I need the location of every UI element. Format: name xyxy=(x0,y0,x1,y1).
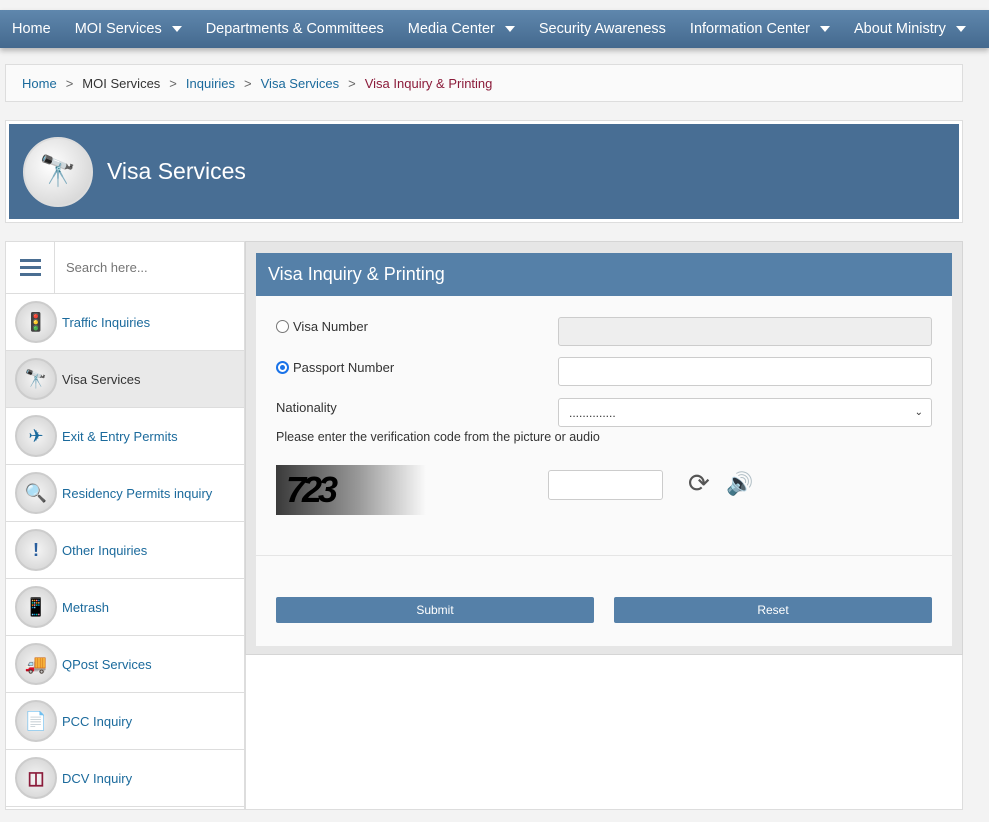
sidebar-item-label: Traffic Inquiries xyxy=(62,314,151,330)
sidebar-item-metrash[interactable]: 📱 Metrash xyxy=(6,579,244,636)
magnifier-icon: 🔍 xyxy=(15,472,57,514)
sidebar-item-traffic-inquiries[interactable]: 🚦 Traffic Inquiries xyxy=(6,294,244,351)
breadcrumb-moi-services[interactable]: MOI Services xyxy=(82,76,160,91)
sidebar-item-label: PCC Inquiry xyxy=(62,713,133,729)
reset-button[interactable]: Reset xyxy=(614,597,932,623)
document-icon: ◫ xyxy=(15,757,57,799)
nav-label: Home xyxy=(12,21,51,37)
passport-number-option[interactable]: Passport Number xyxy=(276,360,394,375)
breadcrumb-separator: > xyxy=(169,75,177,91)
main-content: Visa Inquiry & Printing Visa Number Pass… xyxy=(245,241,963,655)
nationality-value: .............. xyxy=(569,405,616,420)
breadcrumb: Home > MOI Services > Inquiries > Visa Serv… xyxy=(5,64,963,102)
nav-information-center[interactable]: Information Center xyxy=(678,21,842,37)
chevron-down-icon: ⌄ xyxy=(914,407,923,418)
passport-number-label: Passport Number xyxy=(293,360,395,375)
breadcrumb-visa-services[interactable]: Visa Services xyxy=(261,76,340,91)
sidebar-item-other[interactable]: ! Other Inquiries xyxy=(6,522,244,579)
nav-label: Security Awareness xyxy=(538,21,666,37)
top-nav: Home MOI Services Departments & Committe… xyxy=(0,10,989,48)
breadcrumb-current: Visa Inquiry & Printing xyxy=(364,75,493,91)
binoculars-icon: 🔭 xyxy=(15,358,57,400)
nav-about-ministry[interactable]: About Ministry xyxy=(842,21,978,37)
caret-down-icon xyxy=(504,26,515,32)
sidebar-item-visa-services[interactable]: 🔭 Visa Services xyxy=(6,351,244,408)
page-title: Visa Services xyxy=(107,158,246,184)
sidebar-item-label: DCV Inquiry xyxy=(62,770,133,786)
divider xyxy=(256,555,952,556)
nav-media-center[interactable]: Media Center xyxy=(396,21,527,37)
breadcrumb-separator: > xyxy=(244,75,252,91)
menu-icon[interactable] xyxy=(6,242,55,293)
visa-number-label: Visa Number xyxy=(293,319,368,334)
sidebar-item-label: Exit & Entry Permits xyxy=(62,428,178,444)
verification-instructions: Please enter the verification code from … xyxy=(276,430,600,444)
caret-down-icon xyxy=(820,26,831,32)
search-input[interactable] xyxy=(55,242,244,293)
traffic-light-icon: 🚦 xyxy=(15,301,57,343)
nav-label: MOI Services xyxy=(74,21,162,37)
caret-down-icon xyxy=(171,26,182,32)
nav-label: About Ministry xyxy=(854,21,946,37)
refresh-icon[interactable]: ⟳ xyxy=(688,468,710,499)
sidebar-item-label: Residency Permits inquiry xyxy=(62,485,213,501)
caret-down-icon xyxy=(955,26,966,32)
nav-label: Departments & Committees xyxy=(205,21,384,37)
binoculars-icon: 🔭 xyxy=(23,136,93,207)
breadcrumb-separator: > xyxy=(65,75,74,91)
sidebar: 🚦 Traffic Inquiries 🔭 Visa Services ✈ Exit … xyxy=(5,241,245,810)
exclamation-icon: ! xyxy=(15,529,57,571)
visa-number-option[interactable]: Visa Number xyxy=(276,319,368,334)
page-banner: 🔭 Visa Services xyxy=(5,120,963,223)
sidebar-item-pcc[interactable]: 📄 PCC Inquiry xyxy=(6,693,244,750)
nav-home[interactable]: Home xyxy=(0,21,63,37)
sidebar-item-label: QPost Services xyxy=(62,656,152,672)
submit-button[interactable]: Submit xyxy=(276,597,594,623)
sidebar-item-qpost[interactable]: 🚚 QPost Services xyxy=(6,636,244,693)
truck-icon: 🚚 xyxy=(15,643,57,685)
form-title: Visa Inquiry & Printing xyxy=(256,253,952,296)
captcha-input[interactable] xyxy=(548,470,663,500)
certificate-icon: 📄 xyxy=(15,700,57,742)
nav-label: Information Center xyxy=(689,21,811,37)
passport-number-input[interactable] xyxy=(558,357,932,386)
sidebar-item-dcv[interactable]: ◫ DCV Inquiry xyxy=(6,750,244,807)
sidebar-item-label: Visa Services xyxy=(62,371,141,387)
nav-security-awareness[interactable]: Security Awareness xyxy=(527,21,678,37)
captcha-image: 723 xyxy=(276,465,426,515)
content-footer-area xyxy=(245,655,963,810)
breadcrumb-separator: > xyxy=(348,75,356,91)
breadcrumb-inquiries[interactable]: Inquiries xyxy=(186,76,235,91)
nav-departments[interactable]: Departments & Committees xyxy=(194,21,396,37)
visa-number-radio[interactable] xyxy=(276,320,289,333)
sidebar-item-label: Metrash xyxy=(62,599,109,615)
sidebar-item-exit-entry[interactable]: ✈ Exit & Entry Permits xyxy=(6,408,244,465)
sidebar-item-label: Other Inquiries xyxy=(62,542,148,558)
breadcrumb-home[interactable]: Home xyxy=(22,76,57,91)
nationality-label: Nationality xyxy=(276,400,337,415)
airplane-icon: ✈ xyxy=(15,415,57,457)
visa-inquiry-form: Visa Inquiry & Printing Visa Number Pass… xyxy=(256,253,952,646)
phone-icon: 📱 xyxy=(15,586,57,628)
passport-number-radio[interactable] xyxy=(276,361,289,374)
nationality-select[interactable]: .............. ⌄ xyxy=(558,398,932,427)
speaker-icon[interactable]: 🔊 xyxy=(726,471,753,497)
nav-label: Media Center xyxy=(407,21,495,37)
sidebar-item-residency[interactable]: 🔍 Residency Permits inquiry xyxy=(6,465,244,522)
visa-number-input[interactable] xyxy=(558,317,932,346)
nav-moi-services[interactable]: MOI Services xyxy=(63,21,194,37)
